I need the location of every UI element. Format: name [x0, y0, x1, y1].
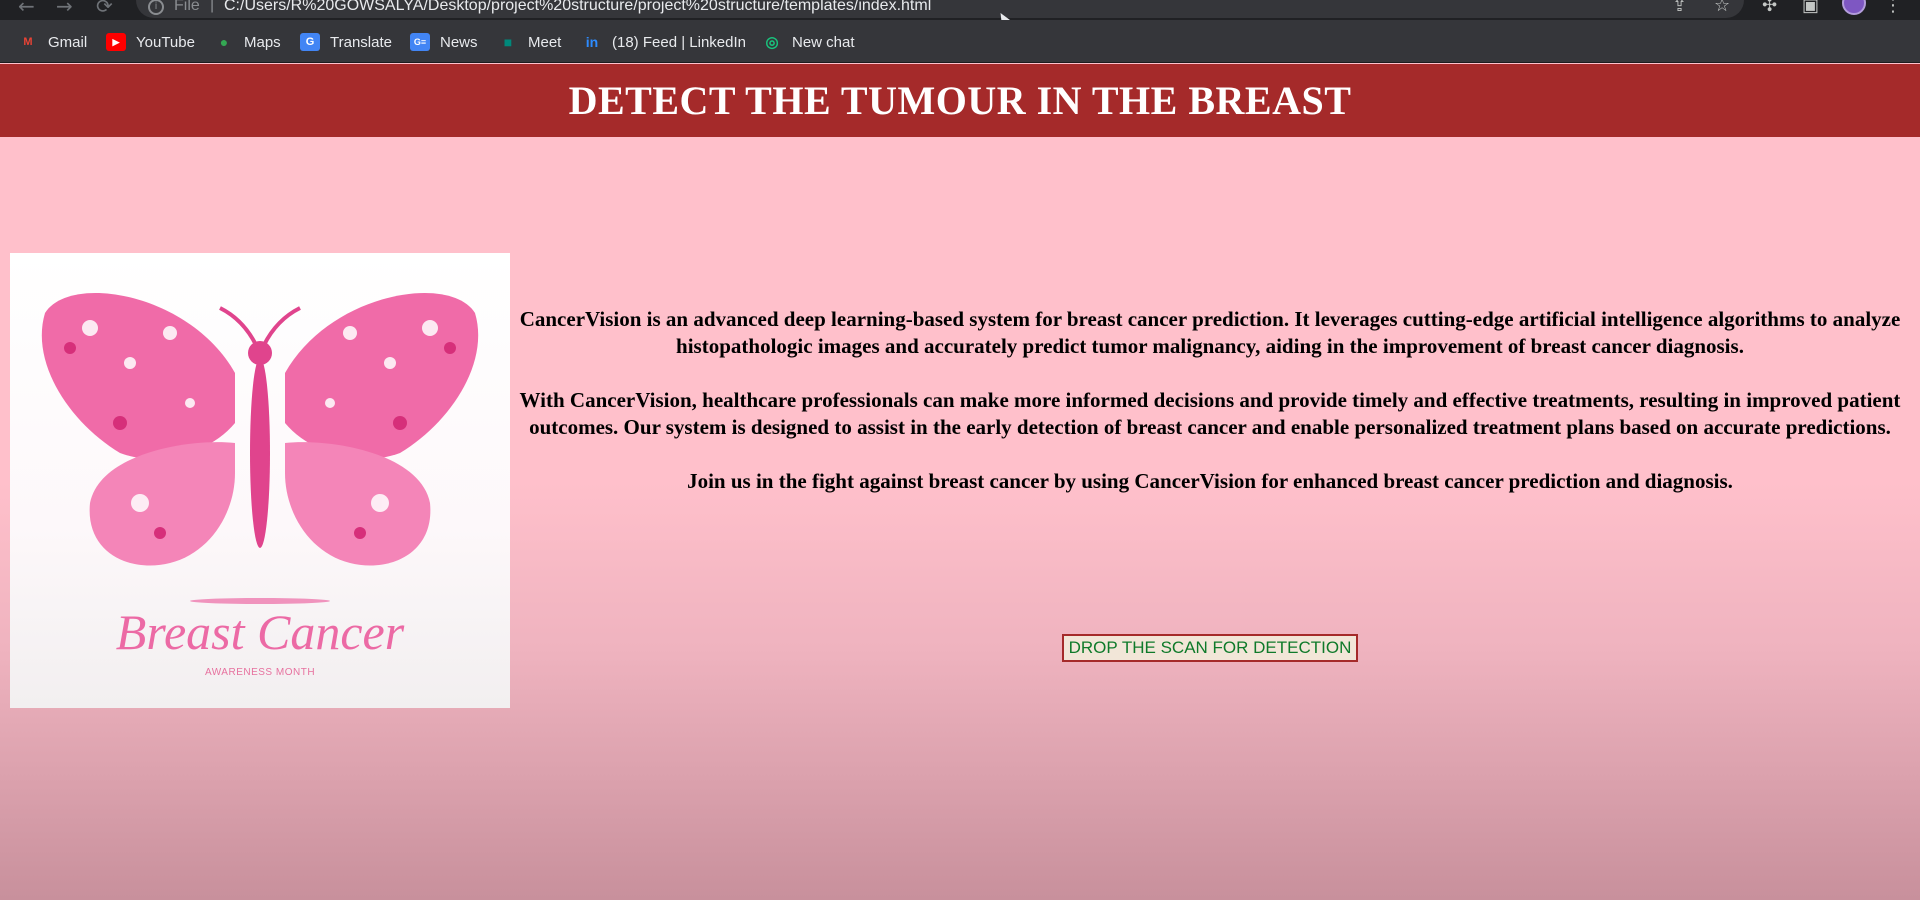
awareness-poster-image: Breast Cancer AWARENESS MONTH	[10, 253, 510, 708]
page-body: DETECT THE TUMOUR IN THE BREAST Breast C…	[0, 64, 1920, 900]
page-header: DETECT THE TUMOUR IN THE BREAST	[0, 64, 1920, 137]
description-paragraph: With CancerVision, healthcare profession…	[519, 388, 1901, 439]
drop-scan-button[interactable]: DROP THE SCAN FOR DETECTION	[1062, 634, 1358, 662]
description: CancerVision is an advanced deep learnin…	[512, 306, 1908, 522]
site-info-icon[interactable]: i	[148, 0, 164, 15]
description-paragraph: Join us in the fight against breast canc…	[687, 469, 1733, 493]
url-text[interactable]: C:/Users/R%20GOWSALYA/Desktop/project%20…	[224, 0, 931, 15]
back-icon[interactable]: ←	[18, 0, 35, 18]
address-bar[interactable]: i File | C:/Users/R%20GOWSALYA/Desktop/p…	[136, 0, 1744, 18]
poster-subtitle: AWARENESS MONTH	[204, 667, 316, 678]
extensions-icon[interactable]: ✣	[1762, 0, 1777, 16]
bookmark-youtube[interactable]: ▶ YouTube	[106, 31, 195, 53]
reload-icon[interactable]: ⟳	[96, 0, 113, 18]
description-paragraph: CancerVision is an advanced deep learnin…	[519, 307, 1901, 358]
bookmarks-bar: M Gmail ▶ YouTube ● Maps G Translate G≡ …	[0, 20, 1920, 63]
bookmark-new-chat[interactable]: ◎ New chat	[762, 31, 855, 53]
scheme-separator: |	[210, 0, 215, 13]
share-icon[interactable]: ⇪	[1672, 0, 1687, 16]
bookmark-label: Maps	[244, 33, 281, 51]
bookmark-label: Gmail	[48, 33, 88, 51]
chatgpt-icon: ◎	[765, 34, 779, 51]
youtube-icon: ▶	[106, 33, 126, 51]
page-title: DETECT THE TUMOUR IN THE BREAST	[568, 78, 1352, 123]
side-panel-icon[interactable]: ▣	[1802, 0, 1819, 16]
bookmark-label: Meet	[528, 33, 562, 51]
bookmark-gmail[interactable]: M Gmail	[18, 31, 87, 53]
forward-icon[interactable]: →	[56, 0, 73, 18]
bookmark-meet[interactable]: ■ Meet	[498, 31, 562, 53]
bookmark-news[interactable]: G≡ News	[410, 31, 478, 53]
browser-toolbar: ← → ⟳ i File | C:/Users/R%20GOWSALYA/Des…	[0, 0, 1920, 20]
profile-avatar[interactable]	[1842, 0, 1866, 15]
gmail-icon: M	[23, 36, 33, 48]
meet-icon: ■	[503, 34, 513, 50]
translate-icon: G	[300, 33, 320, 51]
menu-icon[interactable]: ⋮	[1884, 0, 1902, 16]
maps-pin-icon: ●	[219, 34, 229, 50]
bookmark-label: New chat	[792, 33, 855, 51]
bookmark-label: News	[440, 33, 478, 51]
bookmark-label: (18) Feed | LinkedIn	[612, 33, 746, 51]
news-icon: G≡	[410, 33, 430, 51]
bookmark-label: YouTube	[136, 33, 195, 51]
bookmark-linkedin[interactable]: in (18) Feed | LinkedIn	[582, 31, 746, 53]
bookmark-translate[interactable]: G Translate	[300, 31, 392, 53]
scheme-label: File	[174, 0, 200, 14]
linkedin-icon: in	[585, 34, 599, 50]
bookmark-star-icon[interactable]: ☆	[1714, 0, 1730, 16]
poster-title: Breast Cancer	[115, 604, 405, 660]
bookmark-maps[interactable]: ● Maps	[214, 31, 281, 53]
bookmark-label: Translate	[330, 33, 392, 51]
